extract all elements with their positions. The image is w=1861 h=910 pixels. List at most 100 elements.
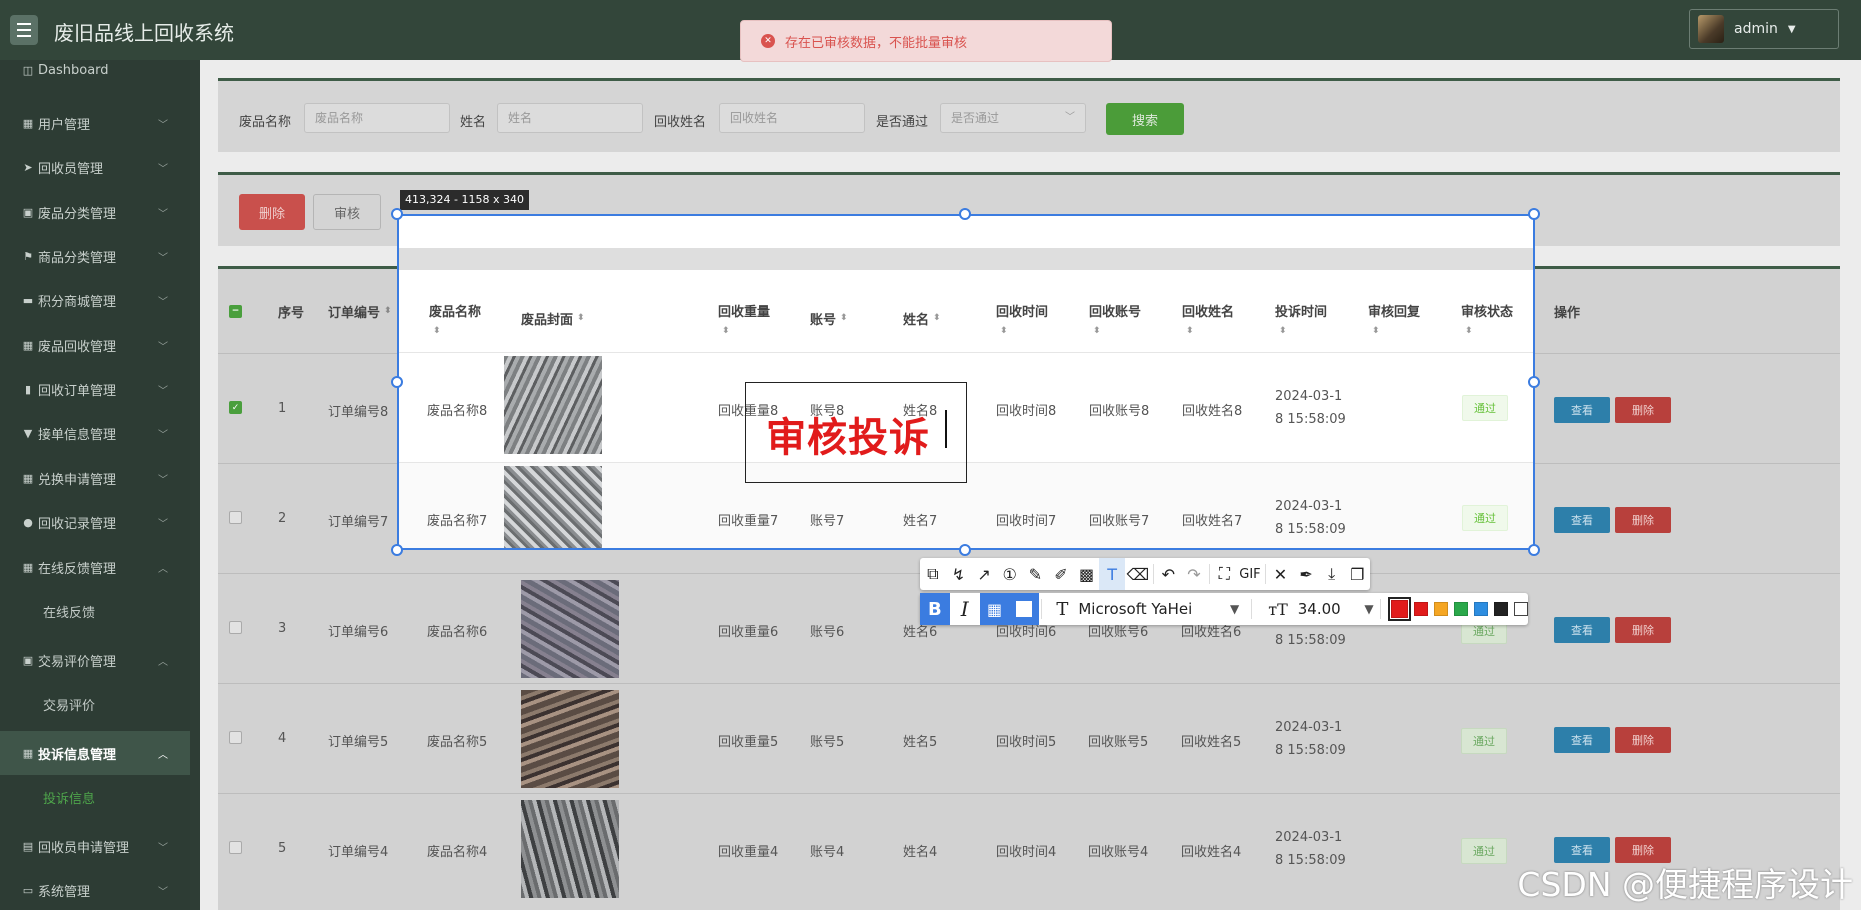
marker-icon[interactable]: ✐ bbox=[1048, 558, 1074, 590]
delete-button[interactable]: 删除 bbox=[1615, 617, 1671, 643]
sidebar-item-order-taking[interactable]: ▼ 接单信息管理 ﹀ bbox=[0, 411, 190, 455]
sidebar-item-dashboard[interactable]: ◫ Dashboard bbox=[0, 56, 190, 84]
view-button[interactable]: 查看 bbox=[1554, 507, 1610, 533]
view-button[interactable]: 查看 bbox=[1554, 727, 1610, 753]
row-checkbox[interactable] bbox=[229, 841, 242, 854]
user-name: admin bbox=[1734, 21, 1778, 37]
batch-delete-button[interactable]: 删除 bbox=[239, 194, 305, 230]
sidebar-item-goods-category[interactable]: ⚑ 商品分类管理 ﹀ bbox=[0, 234, 190, 278]
name-input[interactable]: 姓名 bbox=[497, 103, 643, 133]
error-toast: ✕ 存在已审核数据，不能批量审核 bbox=[740, 20, 1112, 62]
sidebar-item-reviews[interactable]: ▣ 交易评价管理 ︿ bbox=[0, 638, 190, 682]
color-swatch-red[interactable] bbox=[1414, 602, 1429, 616]
copy-icon[interactable]: ❐ bbox=[1344, 558, 1370, 590]
doc-icon: ▤ bbox=[22, 839, 34, 853]
row-checkbox[interactable] bbox=[229, 621, 242, 634]
table-row: 废品名称7 回收重量7 账号7 姓名7 回收时间7 回收账号7 回收姓名7 20… bbox=[399, 462, 1533, 548]
watermark: CSDN @便捷程序设计 bbox=[1517, 865, 1853, 904]
text-options-toolbar: B I ▦ T Microsoft YaHei ▼ ᴛT 34.00 ▼ bbox=[920, 593, 1528, 625]
resize-handle-s[interactable] bbox=[959, 544, 971, 556]
sidebar-item-recyclers[interactable]: ➤ 回收员管理 ﹀ bbox=[0, 145, 190, 189]
redo-icon[interactable]: ↷ bbox=[1181, 558, 1207, 590]
sidebar-sub-reviews[interactable]: 交易评价 bbox=[0, 682, 190, 726]
pass-select[interactable]: 是否通过 ﹀ bbox=[940, 103, 1086, 133]
sidebar-item-users[interactable]: ▦ 用户管理 ﹀ bbox=[0, 101, 190, 145]
sidebar-item-system[interactable]: ▭ 系统管理 ﹀ bbox=[0, 868, 190, 910]
polyline-icon[interactable]: ↯ bbox=[946, 558, 972, 590]
sort-icon: ⬍ bbox=[1093, 325, 1101, 336]
resize-handle-ne[interactable] bbox=[1528, 208, 1540, 220]
separator bbox=[1208, 564, 1210, 584]
sidebar-item-recycle-orders[interactable]: ▮ 回收订单管理 ﹀ bbox=[0, 367, 190, 411]
color-swatch-green[interactable] bbox=[1454, 602, 1469, 616]
color-swatch-white[interactable] bbox=[1514, 602, 1528, 616]
avatar bbox=[1698, 15, 1724, 43]
text-cursor bbox=[945, 410, 947, 448]
select-all-checkbox[interactable]: − bbox=[229, 269, 243, 353]
waste-name-input[interactable]: 废品名称 bbox=[304, 103, 450, 133]
color-swatch-black[interactable] bbox=[1494, 602, 1509, 616]
view-button[interactable]: 查看 bbox=[1554, 397, 1610, 423]
undo-icon[interactable]: ↶ bbox=[1155, 558, 1181, 590]
bold-button[interactable]: B bbox=[920, 593, 950, 625]
sidebar-item-recycle-records[interactable]: ● 回收记录管理 ﹀ bbox=[0, 500, 190, 544]
resize-handle-sw[interactable] bbox=[391, 544, 403, 556]
pen-icon[interactable]: ✎ bbox=[1023, 558, 1049, 590]
sidebar-item-points-mall[interactable]: ▬ 积分商城管理 ﹀ bbox=[0, 278, 190, 322]
view-button[interactable]: 查看 bbox=[1554, 617, 1610, 643]
gif-button[interactable]: GIF bbox=[1237, 558, 1263, 590]
sidebar-item-waste-recycle[interactable]: ▦ 废品回收管理 ﹀ bbox=[0, 323, 190, 367]
sidebar-item-recycler-apply[interactable]: ▤ 回收员申请管理 ﹀ bbox=[0, 824, 190, 868]
font-icon: T bbox=[1056, 598, 1069, 620]
sidebar-item-complaints[interactable]: ▦ 投诉信息管理 ︿ bbox=[0, 731, 190, 775]
download-icon[interactable]: ⤓ bbox=[1319, 558, 1345, 590]
font-family-select[interactable]: T Microsoft YaHei ▼ bbox=[1044, 599, 1239, 620]
batch-audit-button[interactable]: 审核 bbox=[313, 194, 381, 230]
font-size-select[interactable]: ᴛT 34.00 ▼ bbox=[1254, 600, 1377, 619]
annotation-text[interactable]: 审核投诉 bbox=[766, 405, 930, 463]
current-color-swatch[interactable] bbox=[1387, 597, 1412, 621]
row-checkbox[interactable]: ✓ bbox=[229, 401, 242, 414]
delete-button[interactable]: 删除 bbox=[1615, 727, 1671, 753]
chevron-down-icon: ﹀ bbox=[158, 474, 168, 486]
pin-icon[interactable]: ✒ bbox=[1293, 558, 1319, 590]
sidebar-item-feedback[interactable]: ▦ 在线反馈管理 ︿ bbox=[0, 545, 190, 589]
sidebar-sub-feedback[interactable]: 在线反馈 bbox=[0, 589, 190, 633]
resize-handle-se[interactable] bbox=[1528, 544, 1540, 556]
row-checkbox[interactable] bbox=[229, 511, 242, 524]
color-swatch-blue[interactable] bbox=[1474, 602, 1489, 616]
menu-toggle-button[interactable] bbox=[10, 15, 38, 45]
close-icon[interactable]: ✕ bbox=[1268, 558, 1294, 590]
recycle-name-input[interactable]: 回收姓名 bbox=[719, 103, 865, 133]
text-background-icon[interactable]: ▦ bbox=[979, 593, 1010, 625]
sidebar-item-exchange[interactable]: ▦ 兑换申请管理 ﹀ bbox=[0, 456, 190, 500]
shape-icon[interactable]: ⧉ bbox=[920, 558, 946, 590]
mosaic-icon[interactable]: ▩ bbox=[1074, 558, 1100, 590]
arrow-icon[interactable]: ↗ bbox=[971, 558, 997, 590]
th-order-no[interactable]: 订单编号 ⬍ bbox=[328, 269, 392, 353]
table-row: 4 订单编号5 废品名称5 回收重量5 账号5 姓名5 回收时间5 回收账号5 … bbox=[218, 683, 1840, 793]
checkbox-minus: − bbox=[229, 304, 242, 318]
delete-button[interactable]: 删除 bbox=[1615, 507, 1671, 533]
sort-icon: ⬍ bbox=[1465, 325, 1473, 336]
separator bbox=[1251, 599, 1253, 619]
sidebar-sub-complaints[interactable]: 投诉信息 bbox=[0, 775, 190, 819]
resize-handle-w[interactable] bbox=[391, 376, 403, 388]
eraser-icon[interactable]: ⌫ bbox=[1125, 558, 1151, 590]
sidebar-item-waste-category[interactable]: ▣ 废品分类管理 ﹀ bbox=[0, 190, 190, 234]
text-tool-icon[interactable]: T bbox=[1099, 558, 1125, 590]
number-icon[interactable]: ① bbox=[997, 558, 1023, 590]
resize-handle-e[interactable] bbox=[1528, 376, 1540, 388]
resize-handle-n[interactable] bbox=[959, 208, 971, 220]
italic-button[interactable]: I bbox=[950, 593, 980, 625]
delete-button[interactable]: 删除 bbox=[1615, 397, 1671, 423]
resize-handle-nw[interactable] bbox=[391, 208, 403, 220]
font-size-icon: ᴛT bbox=[1268, 599, 1288, 619]
color-swatch-orange[interactable] bbox=[1434, 602, 1449, 616]
user-menu[interactable]: admin ▼ bbox=[1689, 9, 1839, 49]
scroll-capture-icon[interactable]: ⛶ bbox=[1212, 558, 1238, 590]
fill-toggle[interactable] bbox=[1009, 593, 1040, 625]
row-checkbox[interactable] bbox=[229, 731, 242, 744]
search-button[interactable]: 搜索 bbox=[1106, 103, 1184, 135]
bar-chart-icon: ▮ bbox=[24, 382, 32, 396]
